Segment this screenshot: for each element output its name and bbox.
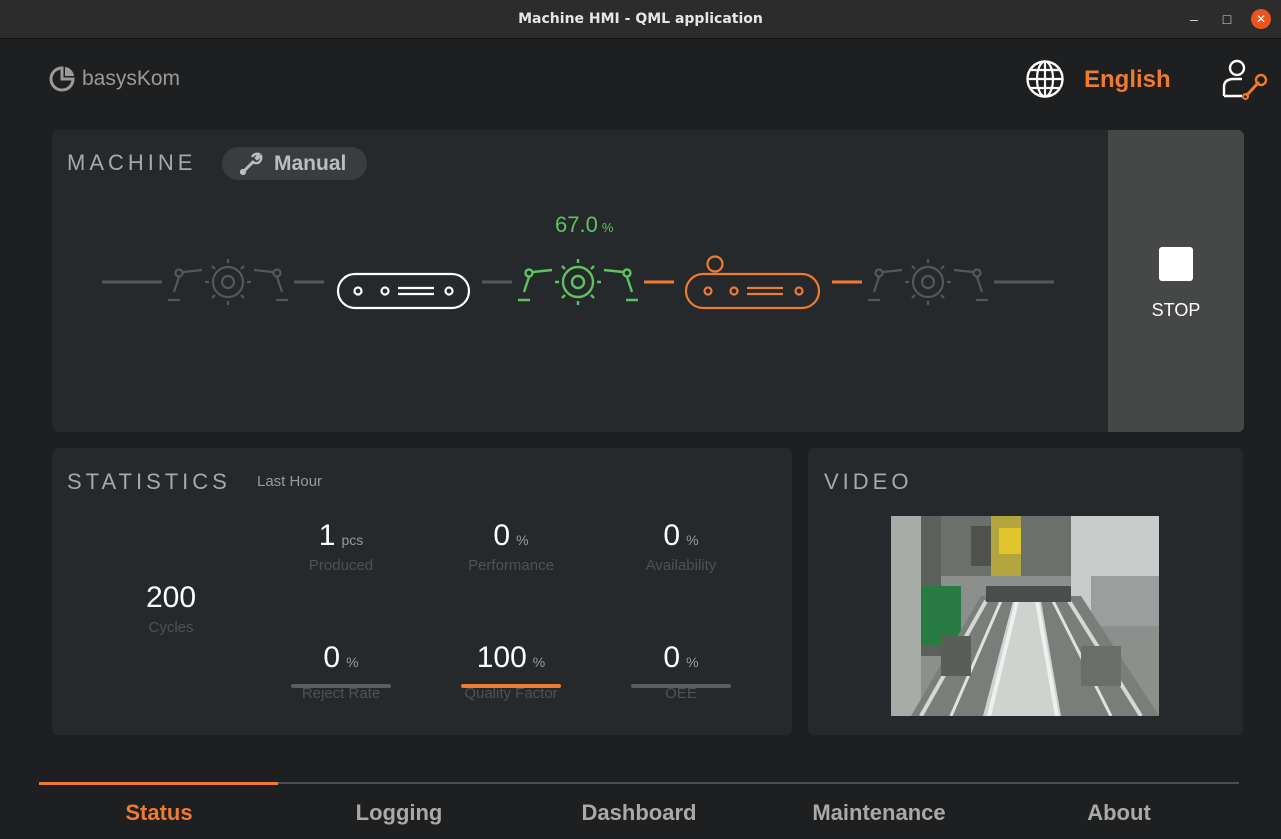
robot-station-1-icon[interactable]: [168, 259, 288, 305]
tab-about[interactable]: About: [999, 800, 1239, 826]
close-button[interactable]: ✕: [1251, 9, 1271, 29]
stat-oee: 0% OEE: [596, 641, 766, 702]
quality-factor-bar-fill: [461, 684, 561, 688]
stop-button[interactable]: STOP: [1108, 130, 1244, 432]
tab-dashboard[interactable]: Dashboard: [519, 800, 759, 826]
oee-bar: [631, 684, 731, 688]
globe-icon[interactable]: [1025, 59, 1065, 99]
stat-reject-rate: 0% Reject Rate: [256, 641, 426, 702]
minimize-button[interactable]: –: [1184, 9, 1204, 29]
stat-label: Cycles: [148, 619, 194, 636]
stat-produced: 1 pcs Produced: [256, 519, 426, 574]
stat-value: 0: [663, 641, 681, 674]
stat-unit: pcs: [341, 532, 364, 548]
language-selector[interactable]: English: [1084, 66, 1171, 94]
stat-value: 0: [323, 641, 341, 674]
stop-icon: [1159, 247, 1193, 281]
stat-availability: 0% Availability: [596, 519, 766, 574]
stat-unit: %: [516, 532, 529, 548]
tab-logging[interactable]: Logging: [279, 800, 519, 826]
stat-label: Produced: [308, 557, 374, 574]
video-card: VIDEO: [808, 448, 1243, 735]
stat-unit: %: [346, 654, 359, 670]
app-root: basysKom English MACHINE Manual 67.0% ST…: [0, 39, 1281, 839]
stat-unit: %: [686, 532, 699, 548]
conveyor-1-icon[interactable]: [336, 272, 471, 310]
user-maintenance-icon[interactable]: [1220, 57, 1270, 101]
stat-value: 1: [318, 519, 336, 552]
stop-label: STOP: [1151, 300, 1201, 320]
production-line: [102, 255, 1054, 310]
robot-station-2-icon[interactable]: [518, 259, 638, 305]
stat-label: Availability: [645, 557, 717, 574]
logo-text: basysKom: [82, 67, 181, 90]
video-feed[interactable]: [891, 516, 1159, 716]
statistics-period: Last Hour: [257, 473, 323, 490]
statistics-card: STATISTICS Last Hour 200 Cycles 1 pcs Pro…: [52, 448, 792, 735]
stat-cycles: 200 Cycles: [86, 581, 256, 636]
video-heading: VIDEO: [824, 469, 913, 494]
stat-label: Performance: [468, 557, 554, 574]
statistics-heading: STATISTICS: [67, 469, 231, 494]
stat-value: 200: [145, 581, 197, 614]
stat-value: 100: [476, 641, 527, 674]
maximize-button[interactable]: □: [1217, 9, 1237, 29]
tab-maintenance[interactable]: Maintenance: [759, 800, 999, 826]
window-titlebar: Machine HMI - QML application – □ ✕: [0, 0, 1281, 39]
window-title: Machine HMI - QML application: [518, 11, 763, 27]
logo: basysKom: [48, 65, 180, 93]
stat-quality-factor: 100% Quality Factor: [426, 641, 596, 702]
machine-card: MACHINE Manual 67.0% STOP: [52, 130, 1244, 432]
conveyor-2-icon[interactable]: [684, 255, 821, 310]
stat-performance: 0% Performance: [426, 519, 596, 574]
robot-station-3-icon[interactable]: [868, 259, 988, 305]
nav-active-indicator: [39, 782, 278, 785]
stat-unit: %: [532, 654, 546, 670]
quality-factor-bar: [461, 684, 561, 688]
stat-value: 0: [663, 519, 681, 552]
stat-unit: %: [686, 654, 699, 670]
stat-value: 0: [493, 519, 511, 552]
tab-status[interactable]: Status: [39, 800, 279, 826]
bottom-navigation: Status Logging Dashboard Maintenance Abo…: [39, 782, 1239, 839]
reject-rate-bar: [291, 684, 391, 688]
logo-icon: [49, 66, 75, 92]
